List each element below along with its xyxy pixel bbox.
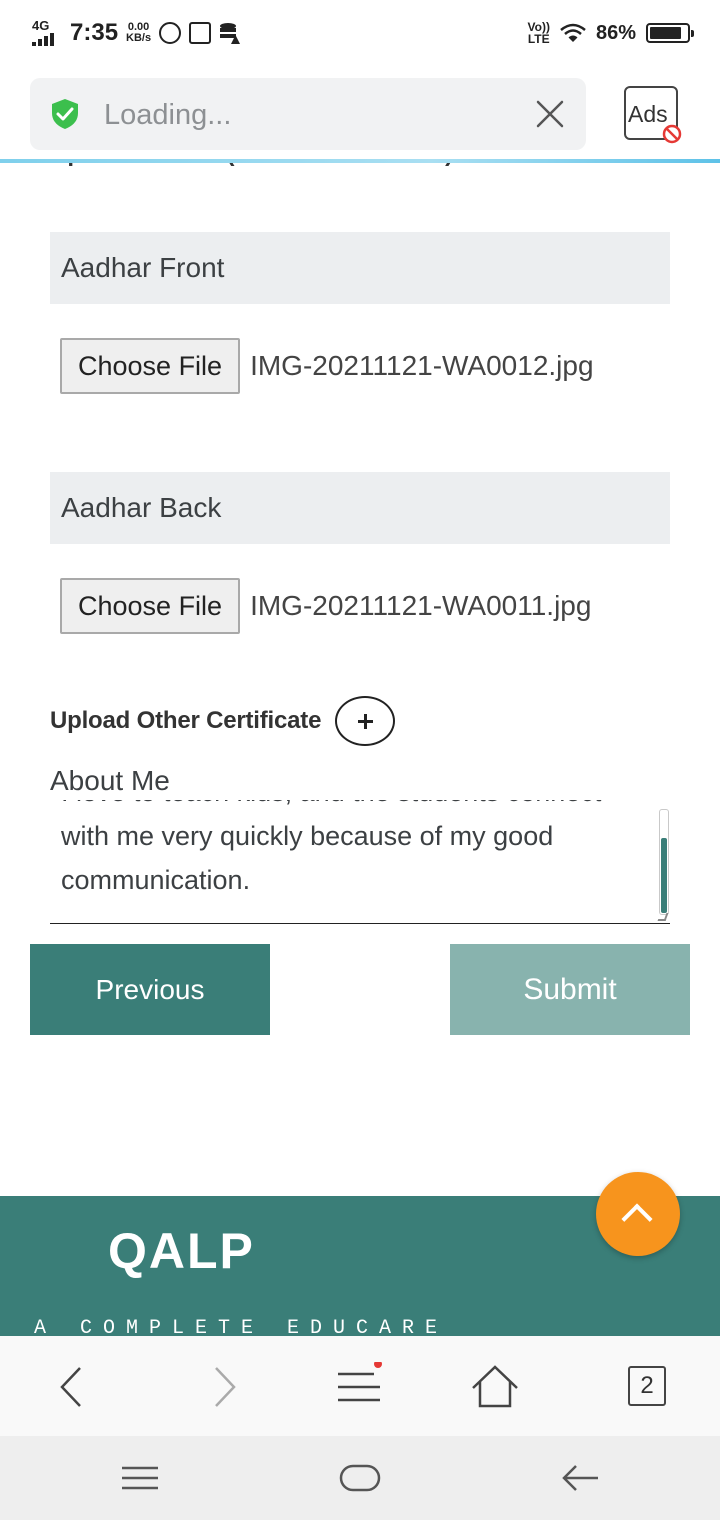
address-bar[interactable]: Loading... bbox=[30, 78, 586, 150]
recent-apps-icon[interactable] bbox=[118, 1458, 162, 1498]
tabs-count-button[interactable]: 2 bbox=[628, 1366, 666, 1406]
add-certificate-button[interactable] bbox=[335, 696, 396, 746]
whatsapp-icon bbox=[159, 22, 182, 44]
block-icon bbox=[662, 124, 682, 144]
network-speed: 0.00 KB/s bbox=[126, 21, 152, 44]
url-text[interactable]: Loading... bbox=[104, 99, 231, 132]
home-nav-icon[interactable] bbox=[338, 1458, 382, 1498]
browser-toolbar: 2 bbox=[0, 1336, 720, 1436]
selected-file-name: IMG-20211121-WA0012.jpg bbox=[250, 350, 594, 381]
back-nav-icon[interactable] bbox=[558, 1458, 602, 1498]
upload-other-certificate-label: Upload Other Certificate bbox=[50, 707, 322, 734]
aadhar-front-file-input[interactable]: Choose File IMG-20211121-WA0012.jpg bbox=[60, 338, 594, 394]
choose-file-button[interactable]: Choose File bbox=[60, 338, 241, 394]
aadhar-back-file-input[interactable]: Choose File IMG-20211121-WA0011.jpg bbox=[60, 578, 591, 634]
selected-file-name: IMG-20211121-WA0011.jpg bbox=[250, 590, 592, 621]
upload-aadhar-heading: Upload Aadhar (Both Front & Back) bbox=[50, 163, 453, 175]
data-saver-icon bbox=[220, 23, 241, 44]
tagline: A COMPLETE EDUCARE bbox=[34, 1317, 449, 1336]
forward-icon[interactable] bbox=[200, 1362, 250, 1412]
choose-file-button[interactable]: Choose File bbox=[60, 578, 241, 634]
message-icon bbox=[189, 22, 212, 44]
aadhar-back-header: Aadhar Back bbox=[50, 472, 670, 544]
network-type: 4G bbox=[32, 18, 50, 33]
clock: 7:35 bbox=[70, 19, 119, 46]
status-bar: 4G 7:35 0.00 KB/s Vo)) LTE 86% bbox=[0, 0, 720, 66]
previous-button[interactable]: Previous bbox=[30, 944, 270, 1035]
about-me-label: About Me bbox=[50, 765, 170, 796]
aadhar-front-header: Aadhar Front bbox=[50, 232, 670, 304]
battery-percentage: 86% bbox=[595, 21, 636, 44]
battery-icon bbox=[646, 23, 694, 43]
submit-button[interactable]: Submit bbox=[450, 944, 690, 1035]
about-me-textarea[interactable]: I love to teach kids, and the students c… bbox=[50, 800, 670, 924]
close-icon[interactable] bbox=[532, 96, 568, 132]
textarea-scrollbar[interactable] bbox=[659, 809, 669, 915]
back-icon[interactable] bbox=[46, 1362, 96, 1412]
about-me-text[interactable]: I love to teach kids, and the students c… bbox=[61, 800, 651, 902]
cellular-signal-icon: 4G bbox=[32, 18, 62, 48]
resize-handle[interactable] bbox=[657, 913, 669, 921]
menu-icon[interactable] bbox=[334, 1362, 384, 1412]
qalp-logo: QALP bbox=[108, 1223, 255, 1279]
volte-indicator: Vo)) LTE bbox=[527, 20, 550, 46]
upload-other-certificate: Upload Other Certificate bbox=[50, 696, 396, 746]
wifi-icon bbox=[560, 23, 586, 42]
secure-shield-icon bbox=[52, 99, 78, 129]
scroll-to-top-button[interactable] bbox=[596, 1172, 680, 1256]
home-icon[interactable] bbox=[470, 1362, 520, 1412]
system-nav-bar bbox=[0, 1436, 720, 1520]
ad-block-button[interactable]: Ads bbox=[624, 86, 682, 144]
